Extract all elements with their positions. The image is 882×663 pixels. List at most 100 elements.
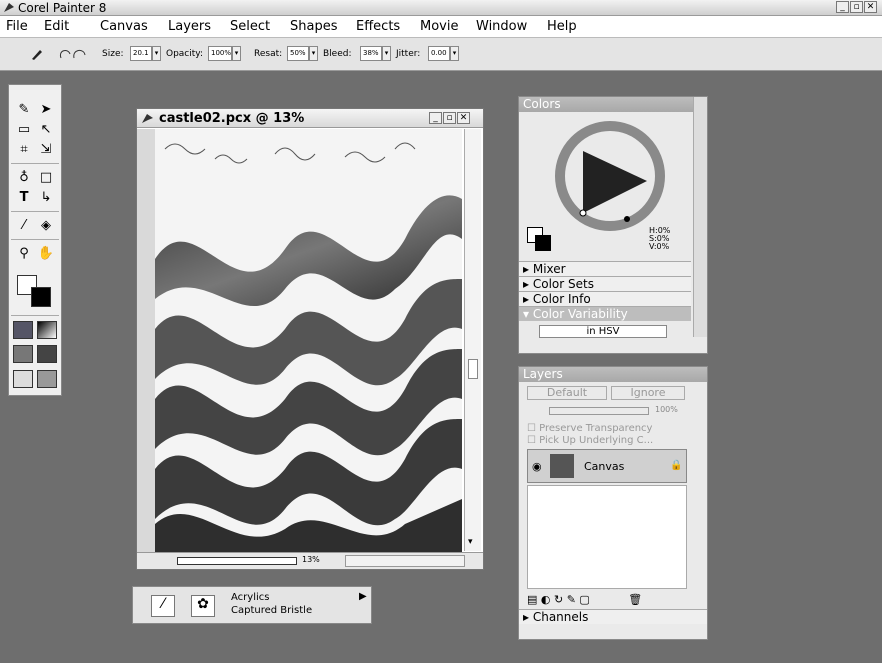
menu-file[interactable]: File [6, 19, 28, 34]
size-dropdown-icon[interactable]: ▾ [152, 46, 161, 61]
bleed-label: Bleed: [323, 49, 352, 59]
brush-variant-icon[interactable]: ✿ [191, 595, 215, 617]
composite-depth-select[interactable]: Ignore [611, 386, 685, 400]
brush-tool-icon[interactable]: ✎ [15, 101, 33, 119]
preserve-transparency-checkbox[interactable]: ☐ Preserve Transparency [527, 423, 652, 434]
value-value: V:0% [649, 242, 670, 251]
mixer-label: Mixer [532, 262, 566, 276]
painter-logo-icon [4, 3, 14, 12]
document-vertical-scrollbar[interactable]: ▾ [464, 129, 481, 551]
menu-help[interactable]: Help [547, 19, 577, 34]
menu-effects[interactable]: Effects [356, 19, 400, 34]
nozzle-selector-icon[interactable] [37, 370, 57, 388]
brush-selector-bar: ⁄ ✿ Acrylics Captured Bristle ▶ [132, 586, 372, 624]
brush-tool-icon[interactable] [30, 47, 44, 61]
variability-mode-select[interactable]: in HSV [539, 325, 667, 338]
opacity-field[interactable]: 100% [208, 46, 232, 61]
paper-selector-icon[interactable] [13, 321, 33, 339]
colors-panel-title: Colors [523, 97, 561, 111]
close-button[interactable]: ✕ [864, 1, 877, 13]
toolbox: ✎ ➤ ▭ ↖ ⌗ ⇲ ♁ □ T ↳ ⁄ ◈ ⚲ ✋ [8, 84, 62, 396]
gradient-selector-icon[interactable] [37, 321, 57, 339]
document-icon [142, 114, 153, 123]
jitter-field[interactable]: 0.00 [428, 46, 450, 61]
brush-category-icon[interactable]: ⁄ [151, 595, 175, 617]
lock-icon[interactable]: 🔒 [670, 460, 682, 471]
maximize-button[interactable]: ▫ [850, 1, 863, 13]
opacity-dropdown-icon[interactable]: ▾ [232, 46, 241, 61]
pattern-selector-icon[interactable] [13, 345, 33, 363]
menu-shapes[interactable]: Shapes [290, 19, 337, 34]
layer-row-canvas[interactable]: ◉ Canvas 🔒 [527, 449, 687, 483]
layer-adjuster-icon[interactable]: ➤ [37, 101, 55, 119]
composite-method-select[interactable]: Default [527, 386, 607, 400]
color-sets-row[interactable]: ▸ Color Sets [519, 276, 691, 291]
color-info-row[interactable]: ▸ Color Info [519, 291, 691, 306]
color-wheel[interactable] [555, 121, 665, 231]
zoom-slider[interactable] [177, 557, 297, 565]
zoom-level: 13% [302, 555, 320, 564]
rectangular-selection-icon[interactable]: ▭ [15, 121, 33, 139]
selection-adjuster-icon[interactable]: ↖ [37, 121, 55, 139]
minimize-button[interactable]: _ [836, 1, 849, 13]
doc-maximize-button[interactable]: ▫ [443, 112, 456, 124]
document-status-bar: 13% [137, 552, 483, 569]
visibility-eye-icon[interactable]: ◉ [532, 460, 542, 473]
menu-bar: File Edit Canvas Layers Select Shapes Ef… [0, 16, 882, 38]
document-title: castle02.pcx @ 13% [159, 111, 305, 126]
size-field[interactable]: 20.1 [130, 46, 152, 61]
opacity-label: Opacity: [166, 49, 203, 59]
rectangle-shape-icon[interactable]: □ [37, 169, 55, 187]
canvas-image[interactable] [155, 129, 462, 552]
additional-color-swatch[interactable] [31, 287, 51, 307]
shape-selection-icon[interactable]: ↳ [37, 189, 55, 207]
layers-panel-header[interactable]: Layers [519, 367, 707, 382]
grabber-icon[interactable]: ✋ [37, 245, 55, 263]
horizontal-scrollbar[interactable] [345, 555, 465, 567]
channels-label: Channels [532, 610, 589, 624]
restore-defaults-icon[interactable] [58, 46, 88, 62]
magic-wand-icon[interactable]: ⇲ [37, 141, 55, 159]
menu-canvas[interactable]: Canvas [100, 19, 148, 34]
dropper-icon[interactable]: ⁄ [15, 217, 33, 235]
doc-minimize-button[interactable]: _ [429, 112, 442, 124]
brush-category: Acrylics [231, 592, 270, 603]
pick-up-underlying-checkbox[interactable]: ☐ Pick Up Underlying C... [527, 435, 653, 446]
layers-list [527, 485, 687, 589]
colors-panel-scrollbar[interactable] [693, 97, 707, 337]
resat-field[interactable]: 50% [287, 46, 309, 61]
layer-opacity-value: 100% [655, 405, 678, 414]
menu-layers[interactable]: Layers [168, 19, 211, 34]
brush-menu-arrow-icon[interactable]: ▶ [359, 591, 367, 602]
layers-panel: Layers Default Ignore 100% ☐ Preserve Tr… [518, 366, 708, 640]
layer-name: Canvas [584, 460, 625, 473]
document-window: castle02.pcx @ 13% _ ▫ ✕ ▾ 13% [136, 108, 484, 570]
app-title: Corel Painter 8 [18, 1, 107, 15]
bleed-dropdown-icon[interactable]: ▾ [382, 46, 391, 61]
menu-select[interactable]: Select [230, 19, 270, 34]
size-label: Size: [102, 49, 124, 59]
color-variability-header[interactable]: ▾ Color Variability [519, 306, 691, 321]
layer-opacity-slider[interactable] [549, 407, 649, 415]
crop-icon[interactable]: ⌗ [15, 141, 33, 159]
paint-bucket-icon[interactable]: ◈ [37, 217, 55, 235]
layers-panel-title: Layers [523, 367, 563, 381]
magnifier-icon[interactable]: ⚲ [15, 245, 33, 263]
doc-close-button[interactable]: ✕ [457, 112, 470, 124]
menu-edit[interactable]: Edit [44, 19, 69, 34]
menu-window[interactable]: Window [476, 19, 527, 34]
channels-row[interactable]: ▸ Channels [519, 609, 707, 624]
pen-icon[interactable]: ♁ [15, 169, 33, 187]
jitter-dropdown-icon[interactable]: ▾ [450, 46, 459, 61]
resat-dropdown-icon[interactable]: ▾ [309, 46, 318, 61]
jitter-label: Jitter: [396, 49, 421, 59]
menu-movie[interactable]: Movie [420, 19, 458, 34]
bleed-field[interactable]: 38% [360, 46, 382, 61]
colors-panel-header[interactable]: Colors [519, 97, 707, 112]
mixer-row[interactable]: ▸ Mixer [519, 261, 691, 276]
text-icon[interactable]: T [15, 189, 33, 207]
look-selector-icon[interactable] [13, 370, 33, 388]
layers-bottom-toolbar[interactable]: ▤ ◐ ↻ ✎ ▢ 🗑 [527, 593, 642, 606]
colors-secondary-swatch[interactable] [535, 235, 551, 251]
weave-selector-icon[interactable] [37, 345, 57, 363]
